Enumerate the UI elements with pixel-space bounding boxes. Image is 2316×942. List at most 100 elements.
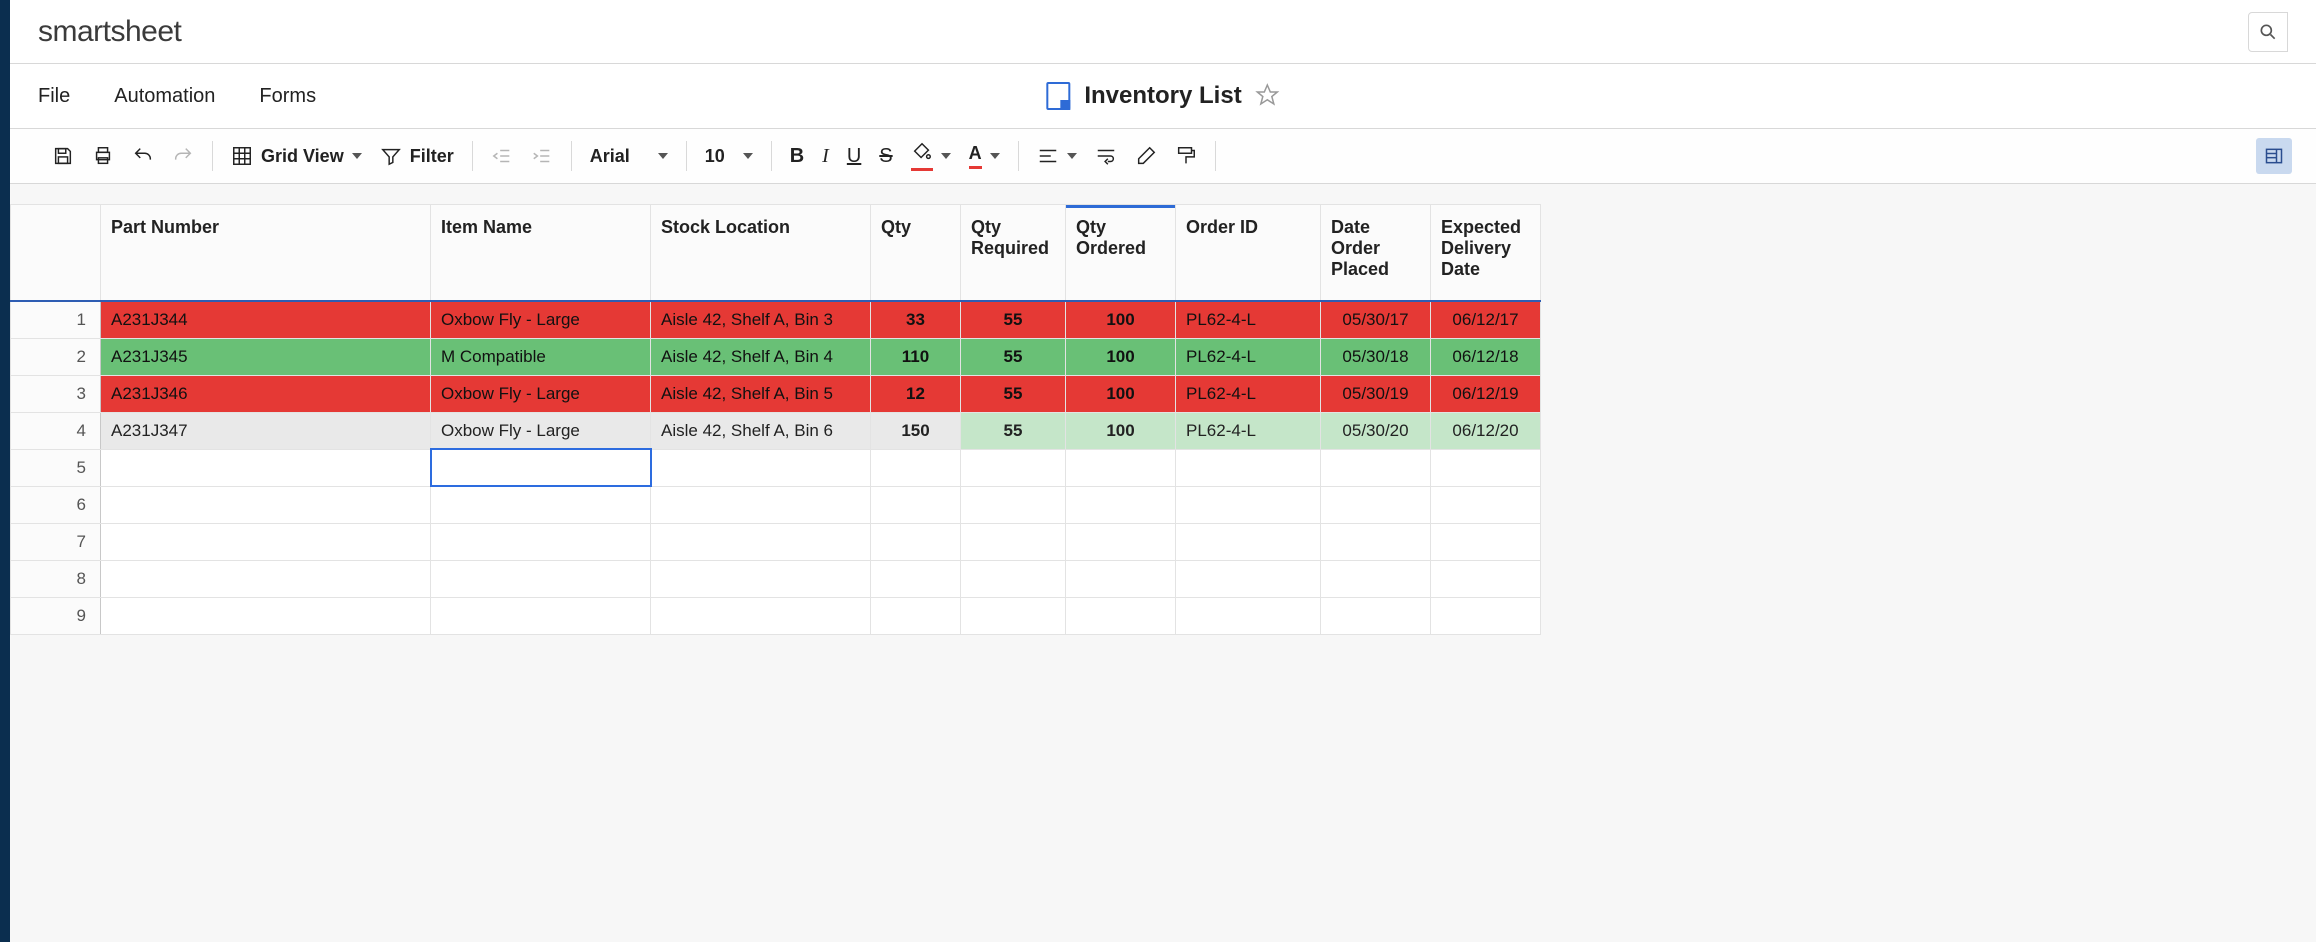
redo-button[interactable] [172, 145, 194, 167]
favorite-button[interactable] [1256, 83, 1280, 110]
cell-date_order_placed[interactable] [1321, 523, 1431, 560]
filter-button[interactable]: Filter [380, 145, 454, 167]
cell-qty[interactable]: 150 [871, 412, 961, 449]
wrap-button[interactable] [1095, 145, 1117, 167]
cell-qty_ordered[interactable]: 100 [1066, 375, 1176, 412]
cell-expected_delivery_date[interactable] [1431, 523, 1541, 560]
column-header-qty[interactable]: Qty [871, 205, 961, 301]
cell-order_id[interactable] [1176, 486, 1321, 523]
cell-item_name[interactable]: Oxbow Fly - Large [431, 301, 651, 339]
cell-qty_ordered[interactable]: 100 [1066, 338, 1176, 375]
format-painter-button[interactable] [1175, 145, 1197, 167]
cell-order_id[interactable]: PL62-4-L [1176, 375, 1321, 412]
cell-part_number[interactable]: A231J344 [101, 301, 431, 339]
cell-stock_location[interactable]: Aisle 42, Shelf A, Bin 5 [651, 375, 871, 412]
cell-stock_location[interactable] [651, 486, 871, 523]
cell-qty[interactable]: 33 [871, 301, 961, 339]
save-button[interactable] [52, 145, 74, 167]
cell-qty[interactable] [871, 523, 961, 560]
column-header-date_order_placed[interactable]: Date Order Placed [1321, 205, 1431, 301]
fill-color-button[interactable] [911, 141, 951, 171]
italic-button[interactable]: I [822, 145, 829, 168]
cell-qty_required[interactable] [961, 486, 1066, 523]
cell-order_id[interactable]: PL62-4-L [1176, 338, 1321, 375]
row-number[interactable]: 4 [11, 412, 101, 449]
corner-cell[interactable] [11, 205, 101, 301]
outdent-button[interactable] [491, 145, 513, 167]
cell-qty_ordered[interactable] [1066, 486, 1176, 523]
cell-expected_delivery_date[interactable]: 06/12/20 [1431, 412, 1541, 449]
cell-order_id[interactable] [1176, 523, 1321, 560]
cell-item_name[interactable] [431, 560, 651, 597]
cell-expected_delivery_date[interactable] [1431, 560, 1541, 597]
cell-qty[interactable] [871, 560, 961, 597]
cell-expected_delivery_date[interactable] [1431, 449, 1541, 486]
row-number[interactable]: 2 [11, 338, 101, 375]
cell-expected_delivery_date[interactable] [1431, 597, 1541, 634]
cell-qty_required[interactable] [961, 560, 1066, 597]
column-header-item_name[interactable]: Item Name [431, 205, 651, 301]
cell-order_id[interactable]: PL62-4-L [1176, 412, 1321, 449]
menu-forms[interactable]: Forms [259, 85, 316, 108]
cell-order_id[interactable]: PL62-4-L [1176, 301, 1321, 339]
cell-part_number[interactable]: A231J345 [101, 338, 431, 375]
cell-qty_ordered[interactable] [1066, 523, 1176, 560]
cell-date_order_placed[interactable] [1321, 486, 1431, 523]
cell-qty_required[interactable] [961, 597, 1066, 634]
cell-stock_location[interactable] [651, 560, 871, 597]
print-button[interactable] [92, 145, 114, 167]
cell-qty_ordered[interactable] [1066, 449, 1176, 486]
cell-part_number[interactable] [101, 597, 431, 634]
cell-item_name[interactable] [431, 523, 651, 560]
cell-qty_ordered[interactable] [1066, 560, 1176, 597]
cell-item_name[interactable] [431, 486, 651, 523]
search-button[interactable] [2248, 12, 2288, 52]
clear-format-button[interactable] [1135, 145, 1157, 167]
cell-date_order_placed[interactable]: 05/30/19 [1321, 375, 1431, 412]
menu-file[interactable]: File [38, 85, 70, 108]
cell-expected_delivery_date[interactable]: 06/12/17 [1431, 301, 1541, 339]
cell-qty[interactable]: 110 [871, 338, 961, 375]
cell-qty_ordered[interactable]: 100 [1066, 412, 1176, 449]
cell-item_name[interactable]: Oxbow Fly - Large [431, 375, 651, 412]
menu-automation[interactable]: Automation [114, 85, 215, 108]
cell-qty_required[interactable] [961, 449, 1066, 486]
cell-qty_required[interactable] [961, 523, 1066, 560]
cell-date_order_placed[interactable]: 05/30/17 [1321, 301, 1431, 339]
cell-expected_delivery_date[interactable] [1431, 486, 1541, 523]
cell-stock_location[interactable]: Aisle 42, Shelf A, Bin 6 [651, 412, 871, 449]
row-number[interactable]: 6 [11, 486, 101, 523]
text-color-button[interactable]: A [969, 143, 1000, 169]
cell-order_id[interactable] [1176, 560, 1321, 597]
cell-part_number[interactable]: A231J347 [101, 412, 431, 449]
cell-stock_location[interactable] [651, 449, 871, 486]
cell-qty_required[interactable]: 55 [961, 338, 1066, 375]
cell-date_order_placed[interactable]: 05/30/20 [1321, 412, 1431, 449]
underline-button[interactable]: U [847, 145, 861, 168]
column-header-qty_required[interactable]: Qty Required [961, 205, 1066, 301]
cell-qty[interactable] [871, 449, 961, 486]
cell-qty[interactable]: 12 [871, 375, 961, 412]
row-number[interactable]: 9 [11, 597, 101, 634]
cell-stock_location[interactable] [651, 523, 871, 560]
undo-button[interactable] [132, 145, 154, 167]
column-header-qty_ordered[interactable]: Qty Ordered [1066, 205, 1176, 301]
align-button[interactable] [1037, 145, 1077, 167]
cell-item_name[interactable] [431, 449, 651, 486]
column-header-part_number[interactable]: Part Number [101, 205, 431, 301]
cell-qty[interactable] [871, 486, 961, 523]
row-number[interactable]: 5 [11, 449, 101, 486]
sheet-title[interactable]: Inventory List [1084, 82, 1241, 110]
cell-qty_ordered[interactable] [1066, 597, 1176, 634]
cell-part_number[interactable] [101, 560, 431, 597]
view-switcher[interactable]: Grid View [231, 145, 362, 167]
cell-stock_location[interactable]: Aisle 42, Shelf A, Bin 4 [651, 338, 871, 375]
font-size-select[interactable]: 10 [705, 146, 753, 167]
cell-date_order_placed[interactable] [1321, 449, 1431, 486]
cell-expected_delivery_date[interactable]: 06/12/19 [1431, 375, 1541, 412]
cell-date_order_placed[interactable] [1321, 597, 1431, 634]
cell-date_order_placed[interactable]: 05/30/18 [1321, 338, 1431, 375]
row-number[interactable]: 3 [11, 375, 101, 412]
cell-item_name[interactable]: M Compatible [431, 338, 651, 375]
sheet-area[interactable]: Part NumberItem NameStock LocationQtyQty… [10, 184, 2316, 942]
